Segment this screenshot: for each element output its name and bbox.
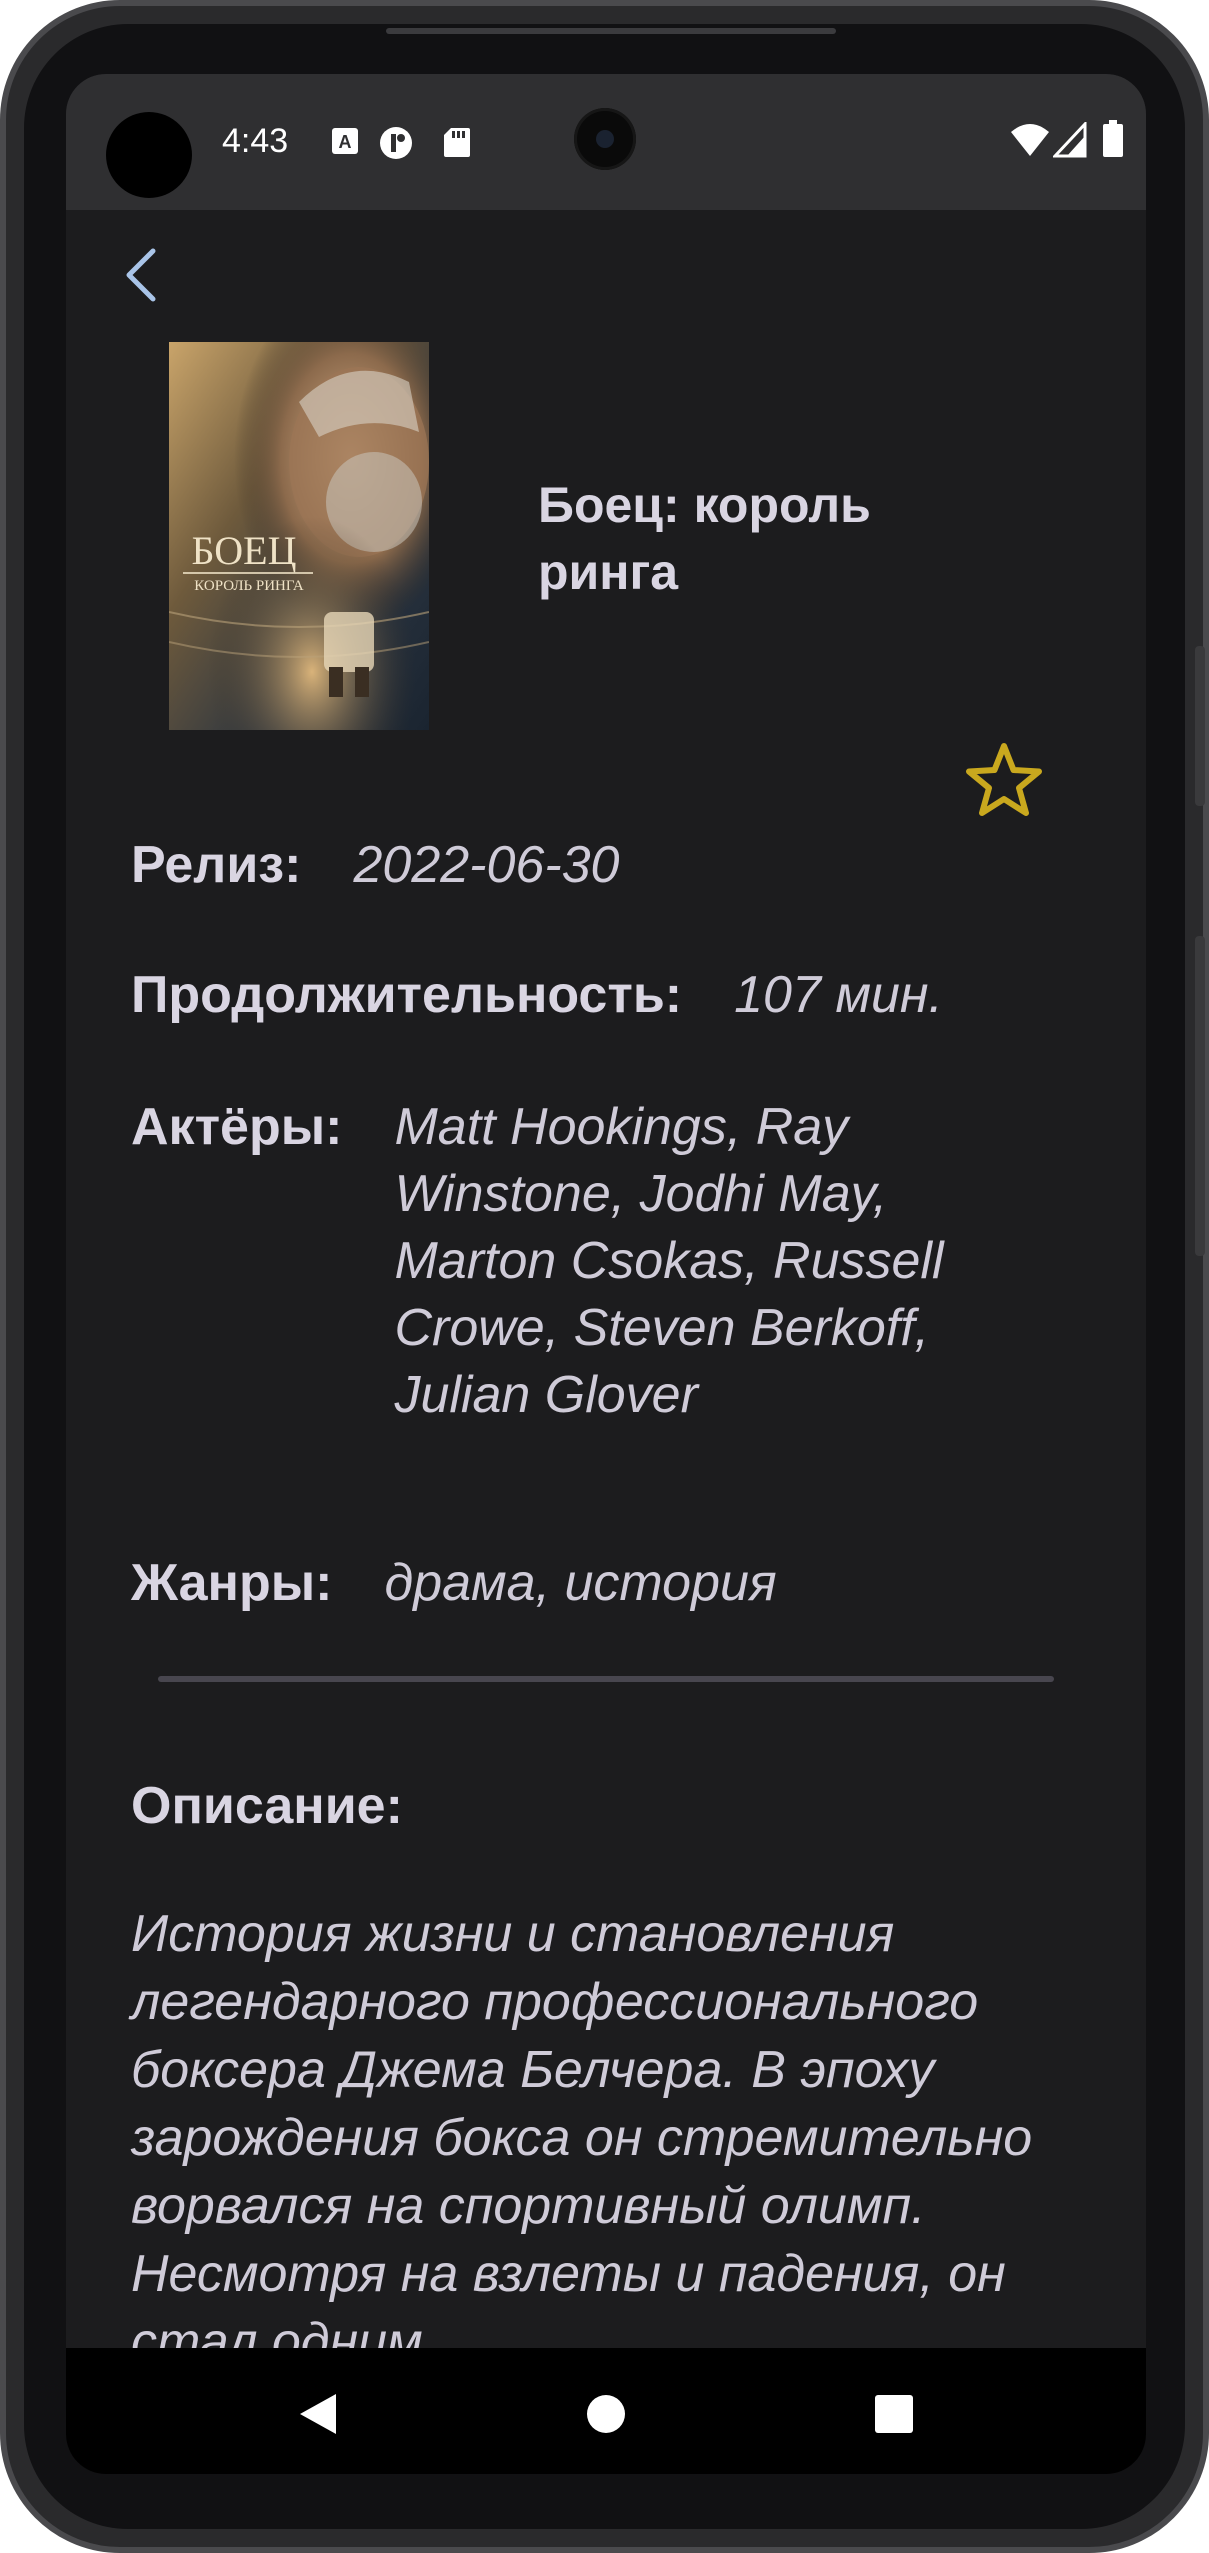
status-bar: 4:43 A <box>66 74 1146 210</box>
movie-poster: БОЕЦ КОРОЛЬ РИНГА <box>169 342 429 730</box>
chevron-left-icon <box>126 248 156 302</box>
back-triangle-icon <box>300 2394 336 2434</box>
system-recents-button[interactable] <box>864 2384 924 2444</box>
system-navigation-bar <box>66 2348 1146 2474</box>
recents-square-icon <box>875 2395 913 2433</box>
power-button <box>1195 646 1205 806</box>
sd-card-icon <box>443 126 471 163</box>
home-circle-icon <box>587 2395 625 2433</box>
movie-title: Боец: король ринга <box>538 477 871 600</box>
release-row: Релиз: 2022-06-30 <box>131 832 619 899</box>
duration-row: Продолжительность: 107 мин. <box>131 962 943 1029</box>
genres-value: драма, история <box>384 1554 777 1612</box>
phone-frame: 4:43 A БОЕЦ КОРОЛЬ РИНГА Боец: король ри… <box>0 0 1209 2553</box>
back-button[interactable] <box>106 240 176 310</box>
release-label: Релиз: <box>131 836 302 894</box>
genres-row: Жанры: драма, история <box>131 1550 777 1617</box>
system-back-button[interactable] <box>288 2384 348 2444</box>
screen: 4:43 A БОЕЦ КОРОЛЬ РИНГА Боец: король ри… <box>66 74 1146 2474</box>
front-camera <box>574 108 636 170</box>
battery-icon <box>1102 120 1124 163</box>
duration-value: 107 мин. <box>734 966 943 1024</box>
svg-text:A: A <box>339 132 352 152</box>
genres-label: Жанры: <box>131 1554 333 1612</box>
actors-label: Актёры: <box>131 1098 343 1156</box>
wifi-icon <box>1010 122 1050 163</box>
poster-title: БОЕЦ <box>192 528 297 573</box>
system-home-button[interactable] <box>576 2384 636 2444</box>
favorite-button[interactable] <box>963 740 1045 822</box>
movie-details-screen: БОЕЦ КОРОЛЬ РИНГА Боец: король ринга Рел… <box>66 210 1146 2348</box>
status-time: 4:43 <box>222 122 289 160</box>
description-label: Описание: <box>131 1777 403 1835</box>
actors-row: Актёры: Matt Hookings, Ray Winstone, Jod… <box>131 1094 1014 1429</box>
actors-value: Matt Hookings, Ray Winstone, Jodhi May, … <box>394 1098 944 1424</box>
description-text: История жизни и становления легендарного… <box>131 1905 1033 2348</box>
a-accessibility-icon: A <box>330 126 360 161</box>
front-sensor-cutout <box>106 112 192 198</box>
media-icon <box>379 126 415 165</box>
section-divider <box>158 1676 1054 1682</box>
release-value: 2022-06-30 <box>353 836 620 894</box>
star-outline-icon <box>966 743 1042 816</box>
volume-button <box>1195 936 1205 1256</box>
poster-subtitle: КОРОЛЬ РИНГА <box>194 578 304 594</box>
signal-icon <box>1051 120 1087 163</box>
duration-label: Продолжительность: <box>131 966 683 1024</box>
earpiece-speaker <box>386 28 836 34</box>
